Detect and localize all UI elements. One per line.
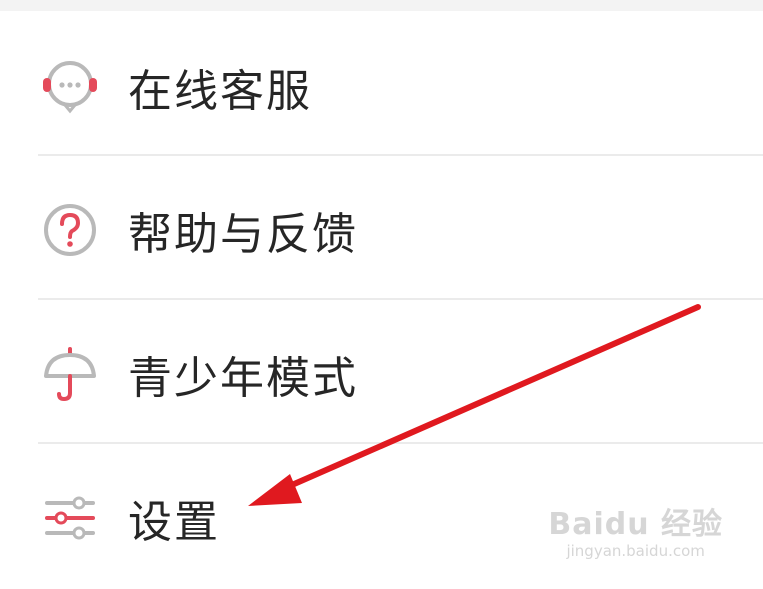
menu-label-help-feedback: 帮助与反馈 xyxy=(128,208,358,260)
watermark: Baidu 经验 jingyan.baidu.com xyxy=(548,507,723,561)
menu-item-help-feedback[interactable]: 帮助与反馈 xyxy=(0,158,763,301)
question-circle-icon xyxy=(37,197,103,263)
divider xyxy=(38,442,763,444)
watermark-url: jingyan.baidu.com xyxy=(566,542,705,560)
menu-item-youth-mode[interactable]: 青少年模式 xyxy=(0,302,763,445)
menu-label-online-service: 在线客服 xyxy=(128,65,312,117)
umbrella-icon xyxy=(37,341,103,407)
sliders-icon xyxy=(37,485,103,551)
divider xyxy=(38,154,763,156)
watermark-brand: Baidu 经验 xyxy=(548,507,723,542)
menu-label-settings: 设置 xyxy=(128,496,220,548)
headset-icon xyxy=(37,54,103,120)
menu-item-online-service[interactable]: 在线客服 xyxy=(0,15,763,158)
top-strip xyxy=(0,0,763,11)
divider xyxy=(38,298,763,300)
menu-label-youth-mode: 青少年模式 xyxy=(128,352,358,404)
